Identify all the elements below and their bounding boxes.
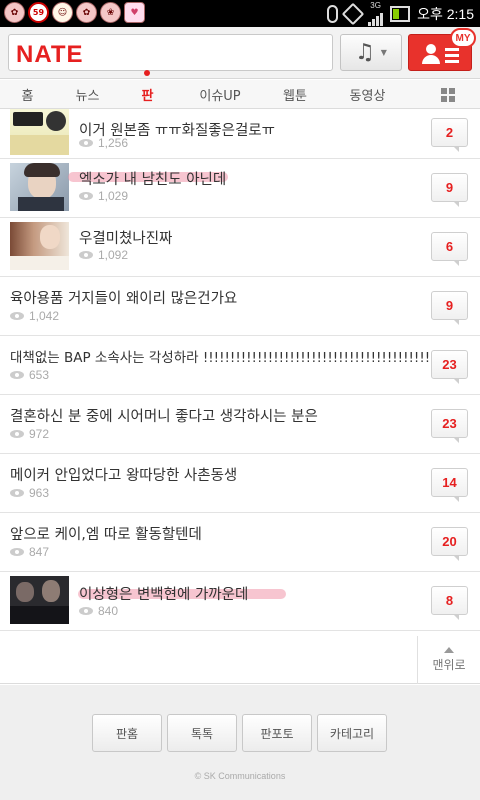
active-tab-indicator <box>144 70 150 76</box>
list-item[interactable]: 이상형은 변백현에 가까운데 840 8 <box>0 572 480 631</box>
post-thumbnail <box>10 109 69 155</box>
vibrate-icon <box>341 2 365 25</box>
comment-count[interactable]: 23 <box>431 409 468 443</box>
view-count: 847 <box>10 545 49 559</box>
footer: 판홈 톡톡 판포토 카테고리 © SK Communications <box>0 685 480 800</box>
comment-count[interactable]: 20 <box>431 527 468 561</box>
post-title: 메이커 안입었다고 왕따당한 사촌동생 <box>10 468 238 484</box>
view-count: 963 <box>10 486 49 500</box>
heart-icon: ♥ <box>124 2 145 23</box>
back-to-top-label: 맨위로 <box>432 658 466 672</box>
comment-count[interactable]: 9 <box>431 291 468 325</box>
tab-webtoon[interactable]: 웹툰 <box>265 80 325 109</box>
post-thumbnail <box>10 576 69 624</box>
tab-more[interactable] <box>420 80 475 109</box>
grid-icon <box>440 87 455 102</box>
flower-icon: ✿ <box>76 2 97 23</box>
post-title: 엑소가 내 남친도 아닌데 <box>79 172 227 188</box>
view-count: 1,256 <box>79 136 128 150</box>
view-count: 1,029 <box>79 189 128 203</box>
list-item[interactable]: 메이커 안입었다고 왕따당한 사촌동생 963 14 <box>0 454 480 513</box>
view-count: 840 <box>79 604 118 618</box>
status-bar: ✿ 59 ☺ ✿ ❀ ♥ 3G 오후 2:15 <box>0 0 480 27</box>
view-count: 1,042 <box>10 309 59 323</box>
tab-news[interactable]: 뉴스 <box>55 80 120 109</box>
network-indicator: 3G <box>368 0 384 26</box>
eye-icon <box>79 251 93 259</box>
eye-icon <box>10 489 24 497</box>
post-title: 이상형은 변백현에 가까운데 <box>79 587 249 603</box>
menu-lines-icon <box>445 48 459 66</box>
comment-count[interactable]: 23 <box>431 350 468 384</box>
list-item[interactable]: 엑소가 내 남친도 아닌데 1,029 9 <box>0 159 480 218</box>
footer-button-category[interactable]: 카테고리 <box>317 714 387 752</box>
music-note-icon: ♫ <box>355 40 375 65</box>
tab-video[interactable]: 동영상 <box>325 80 410 109</box>
comment-count[interactable]: 2 <box>431 118 468 152</box>
comment-count[interactable]: 6 <box>431 232 468 266</box>
back-to-top-button[interactable]: 맨위로 <box>417 636 480 684</box>
footer-button-photo[interactable]: 판포토 <box>242 714 312 752</box>
nate-logo[interactable]: NATE <box>16 41 84 69</box>
list-item[interactable]: 결혼하신 분 중에 시어머니 좋다고 생각하시는 분은 972 23 <box>0 395 480 454</box>
profile-menu-icon <box>421 44 441 64</box>
list-item[interactable]: 우결미쳤나진짜 1,092 6 <box>0 218 480 277</box>
battery-icon <box>390 5 411 22</box>
badge-icon: 59 <box>28 2 49 23</box>
list-item[interactable]: 앞으로 케이,엠 따로 활동할텐데 847 20 <box>0 513 480 572</box>
music-button[interactable]: ♫ ▼ <box>340 34 402 71</box>
clock: 오후 2:15 <box>417 5 474 22</box>
eye-icon <box>10 371 24 379</box>
eye-icon <box>10 430 24 438</box>
character-icon: ☺ <box>52 2 73 23</box>
post-title: 결혼하신 분 중에 시어머니 좋다고 생각하시는 분은 <box>10 409 318 425</box>
list-item[interactable]: 대책없는 BAP 소속사는 각성하라 !!!!!!!!!!!!!!!!!!!!!… <box>0 336 480 395</box>
flower-icon: ❀ <box>100 2 121 23</box>
my-badge[interactable]: MY <box>450 28 476 48</box>
tab-home[interactable]: 홈 <box>0 80 55 109</box>
notification-icons: ✿ 59 ☺ ✿ ❀ ♥ <box>4 2 145 25</box>
app-header: NATE ♫ ▼ <box>0 27 480 79</box>
eye-icon <box>79 139 93 147</box>
tab-issue-up[interactable]: 이슈UP <box>175 80 265 109</box>
post-list: 이거 원본좀 ㅠㅠ화질좋은걸로ㅠ 1,256 2 엑소가 내 남친도 아닌데 1… <box>0 109 480 631</box>
comment-count[interactable]: 8 <box>431 586 468 620</box>
eye-icon <box>10 548 24 556</box>
system-status: 3G 오후 2:15 <box>327 0 474 26</box>
view-count: 1,092 <box>79 248 128 262</box>
footer-button-talk[interactable]: 톡톡 <box>167 714 237 752</box>
signal-icon <box>368 10 384 26</box>
arrow-up-icon <box>444 647 454 653</box>
post-title: 육아용품 거지들이 왜이리 많은건가요 <box>10 291 238 307</box>
view-count: 972 <box>10 427 49 441</box>
view-count: 653 <box>10 368 49 382</box>
chevron-down-icon: ▼ <box>380 48 387 57</box>
post-title: 앞으로 케이,엠 따로 활동할텐데 <box>10 527 202 543</box>
tab-pann[interactable]: 판 <box>120 80 175 109</box>
back-to-top-bar: 맨위로 <box>0 636 480 684</box>
nav-tabs: 홈 뉴스 판 이슈UP 웹툰 동영상 <box>0 80 480 109</box>
footer-button-pann-home[interactable]: 판홈 <box>92 714 162 752</box>
eye-icon <box>10 312 24 320</box>
comment-count[interactable]: 14 <box>431 468 468 502</box>
list-item[interactable]: 육아용품 거지들이 왜이리 많은건가요 1,042 9 <box>0 277 480 336</box>
post-thumbnail <box>10 163 69 211</box>
post-thumbnail <box>10 222 69 270</box>
comment-count[interactable]: 9 <box>431 173 468 207</box>
post-title: 대책없는 BAP 소속사는 각성하라 !!!!!!!!!!!!!!!!!!!!!… <box>10 350 452 366</box>
post-title: 우결미쳤나진짜 <box>79 231 173 247</box>
eye-icon <box>79 192 93 200</box>
network-type: 3G <box>370 0 381 10</box>
bluetooth-icon <box>327 4 339 23</box>
search-input[interactable]: NATE <box>8 34 333 71</box>
eye-icon <box>79 607 93 615</box>
flower-icon: ✿ <box>4 2 25 23</box>
list-item[interactable]: 이거 원본좀 ㅠㅠ화질좋은걸로ㅠ 1,256 2 <box>0 109 480 159</box>
copyright: © SK Communications <box>194 771 286 781</box>
